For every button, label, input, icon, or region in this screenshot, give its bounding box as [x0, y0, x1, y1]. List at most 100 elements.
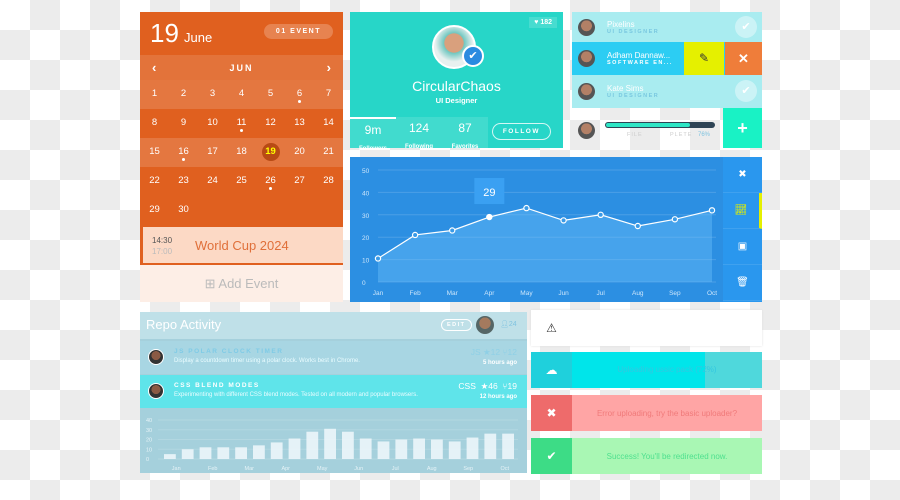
check-icon[interactable]: ✔	[735, 16, 757, 38]
calendar-day-cell[interactable]: 6	[285, 80, 314, 109]
chart-actions: ✖ 📈︎ ▣ 🗑︎	[723, 157, 762, 302]
event-item[interactable]: 14:30 17:00 World Cup 2024	[143, 227, 343, 265]
calendar-day-cell[interactable]: 15	[140, 138, 169, 167]
money-icon[interactable]: ▣	[723, 229, 762, 265]
calendar-day-cell[interactable]: 17	[198, 138, 227, 167]
upload-label: PLETE	[670, 132, 693, 138]
close-icon[interactable]: ✖	[723, 157, 762, 193]
calendar-day-cell[interactable]: 2	[169, 80, 198, 109]
day-number: 4	[238, 88, 245, 99]
y-tick-label: 50	[362, 168, 370, 175]
alert-success: ✔ Success! You'll be redirected now.	[531, 438, 762, 474]
alert-warning: ⚠	[531, 310, 762, 346]
calendar-day-cell	[314, 196, 343, 225]
prev-month-icon[interactable]: ‹	[152, 60, 156, 75]
add-button[interactable]: +	[723, 108, 762, 148]
next-month-icon[interactable]: ›	[327, 60, 331, 75]
repo-time: 12 hours ago	[479, 394, 517, 400]
calendar-day-cell[interactable]: 10	[198, 109, 227, 138]
stat-followers[interactable]: 9m Followers	[350, 117, 396, 152]
day-number: 25	[236, 175, 247, 186]
calendar-week: 29 30	[140, 196, 343, 225]
delete-icon[interactable]: ✕	[725, 42, 762, 75]
bar	[181, 449, 194, 459]
upload-label: FILE	[627, 132, 643, 138]
line-chart-icon[interactable]: 📈︎	[723, 193, 762, 229]
likes-badge[interactable]: ♥ 182	[529, 17, 557, 28]
repo-item[interactable]: CSS BLEND MODES Experimenting with diffe…	[140, 375, 527, 408]
calendar-day-cell[interactable]: 8	[140, 109, 169, 138]
calendar-day-cell[interactable]: 9	[169, 109, 198, 138]
calendar-day-cell[interactable]: 28	[314, 167, 343, 196]
bar	[413, 438, 425, 459]
event-count-badge[interactable]: 01 EVENT	[263, 24, 333, 39]
user-name: Kate Sims	[607, 84, 644, 93]
stat-favorites[interactable]: 87 Favorites	[442, 117, 488, 150]
stat-following[interactable]: 124 Following	[396, 117, 442, 150]
trash-icon[interactable]: 🗑︎	[723, 265, 762, 301]
repo-lang: CSS	[458, 381, 476, 391]
calendar-day-cell[interactable]: 25	[227, 167, 256, 196]
calendar-week: 8 9 10 11 12 13 14	[140, 109, 343, 138]
calendar-day-cell[interactable]: 7	[314, 80, 343, 109]
calendar-day-cell[interactable]: 24	[198, 167, 227, 196]
calendar-day-cell[interactable]: 18	[227, 138, 256, 167]
x-tick-label: Sep	[463, 466, 473, 472]
calendar-day-cell[interactable]: 5	[256, 80, 285, 109]
close-icon[interactable]: ✖	[531, 395, 572, 431]
calendar-day-cell[interactable]: 4	[227, 80, 256, 109]
calendar-day-cell[interactable]: 13	[285, 109, 314, 138]
x-tick-label: Apr	[281, 466, 290, 472]
calendar-day-cell[interactable]: 11	[227, 109, 256, 138]
calendar-day-cell[interactable]: 26	[256, 167, 285, 196]
calendar-day-cell	[256, 196, 285, 225]
calendar-day-cell[interactable]: 16	[169, 138, 198, 167]
calendar-day-cell[interactable]: 14	[314, 109, 343, 138]
day-number: 10	[207, 117, 218, 128]
calendar-day-cell[interactable]: 27	[285, 167, 314, 196]
bar	[484, 433, 497, 459]
tooltip-value: 29	[483, 187, 495, 199]
calendar-day-cell[interactable]: 29	[140, 196, 169, 225]
calendar-day-cell[interactable]: 1	[140, 80, 169, 109]
y-tick-label: 10	[362, 258, 370, 265]
data-point	[523, 204, 530, 212]
user-row-selected[interactable]: Adham Dannaw... SOFTWARE EN... ✎ ✕	[572, 42, 762, 75]
calendar-day-cell[interactable]: 20	[285, 138, 314, 167]
edit-icon[interactable]: ✎	[684, 42, 724, 75]
x-tick-label: Jun	[354, 466, 363, 472]
day-number: 23	[178, 175, 189, 186]
calendar-day-cell[interactable]: 22	[140, 167, 169, 196]
alert-uploading: ☁ Uploading ussic pack (72%)	[531, 352, 762, 388]
calendar-day-cell[interactable]: 12	[256, 109, 285, 138]
calendar-day-cell[interactable]: 30	[169, 196, 198, 225]
avatar	[578, 83, 595, 100]
calendar-day-cell[interactable]: 3	[198, 80, 227, 109]
repo-stars: 46	[488, 381, 498, 391]
calendar-day-cell[interactable]: 19	[256, 138, 285, 167]
edit-button[interactable]: EDIT	[441, 319, 472, 331]
day-number: 24	[207, 175, 218, 186]
area-fill	[378, 208, 712, 282]
profile-name: CircularChaos	[412, 78, 501, 94]
calendar-day-cell[interactable]: 23	[169, 167, 198, 196]
x-tick-label: Jun	[558, 290, 569, 297]
repo-item[interactable]: JS POLAR CLOCK TIMER Display a countdown…	[140, 341, 527, 374]
add-event-button[interactable]: ⊞ Add Event	[140, 265, 343, 302]
bar	[395, 439, 408, 459]
alert-error[interactable]: ✖ Error uploading, try the basic uploade…	[531, 395, 762, 431]
follow-button[interactable]: FOLLOW	[491, 123, 551, 140]
calendar-day: 19	[150, 18, 179, 48]
bar	[235, 447, 247, 459]
day-number: 6	[296, 88, 303, 99]
calendar-day-cell[interactable]: 21	[314, 138, 343, 167]
day-number: 22	[149, 175, 160, 186]
avatar	[578, 50, 595, 67]
user-row[interactable]: Kate Sims UI DESIGNER ✔	[572, 75, 762, 108]
check-icon[interactable]: ✔	[735, 80, 757, 102]
alert-text: Success! You'll be redirected now.	[606, 451, 728, 461]
alert-text: Error uploading, try the basic uploader?	[596, 408, 738, 418]
repo-lang: JS	[470, 347, 481, 357]
user-row[interactable]: Pixelins UI DESIGNER ✔	[572, 12, 762, 42]
bar	[288, 438, 301, 459]
